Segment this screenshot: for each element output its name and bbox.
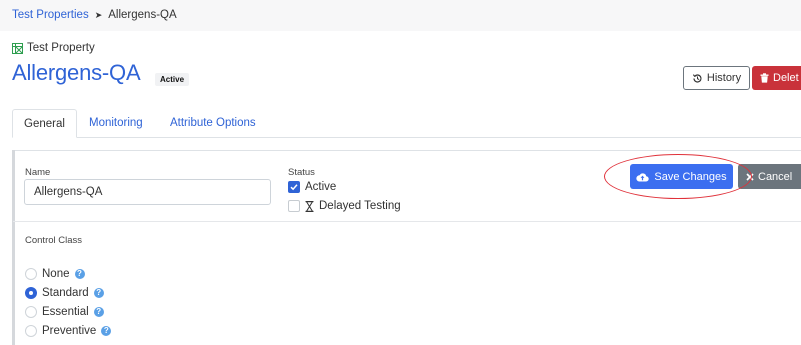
tab-general[interactable]: General — [12, 109, 77, 138]
save-changes-button[interactable]: Save Changes — [630, 164, 733, 189]
help-icon[interactable]: ? — [101, 326, 112, 336]
breadcrumb: Test Properties ➤ Allergens-QA — [12, 9, 177, 21]
control-class-option-label: Preventive — [42, 325, 97, 337]
checkbox-unchecked-icon — [288, 200, 300, 212]
breadcrumb-link-test-properties[interactable]: Test Properties — [12, 9, 89, 21]
status-label: Status — [288, 167, 315, 178]
radio-unselected-icon — [25, 268, 37, 280]
control-class-option-preventive[interactable]: Preventive ? — [25, 325, 112, 337]
history-icon — [692, 73, 702, 83]
entity-type-label: Test Property — [27, 42, 95, 54]
control-class-label: Control Class — [25, 235, 83, 246]
delete-label: Delet — [773, 72, 799, 84]
help-icon[interactable]: ? — [74, 269, 85, 279]
tab-monitoring[interactable]: Monitoring — [89, 109, 143, 138]
control-class-option-standard[interactable]: Standard ? — [25, 287, 104, 299]
cloud-upload-icon — [636, 172, 650, 182]
checkbox-checked-icon — [288, 181, 300, 193]
tab-bar: General Monitoring Attribute Options — [12, 109, 801, 138]
close-icon — [746, 172, 754, 181]
radio-unselected-icon — [25, 306, 37, 318]
status-badge: Active — [155, 73, 190, 86]
entity-type: Test Property — [12, 42, 95, 54]
breadcrumb-separator: ➤ — [94, 9, 103, 20]
property-grid-icon — [12, 42, 23, 54]
help-icon[interactable]: ? — [93, 288, 104, 298]
tab-attribute-options[interactable]: Attribute Options — [170, 109, 256, 138]
cancel-button[interactable]: Cancel — [738, 164, 801, 189]
hourglass-icon — [305, 200, 314, 212]
name-input[interactable] — [24, 179, 271, 205]
history-button[interactable]: History — [683, 66, 750, 90]
section-divider — [13, 221, 801, 222]
status-delayed-testing-checkbox[interactable]: Delayed Testing — [288, 200, 401, 212]
control-class-option-none[interactable]: None ? — [25, 268, 85, 280]
help-icon[interactable]: ? — [93, 307, 104, 317]
control-class-option-label: Essential — [42, 306, 89, 318]
page-title: Allergens-QA — [12, 60, 141, 85]
cancel-label: Cancel — [758, 170, 793, 183]
breadcrumb-bar: Test Properties ➤ Allergens-QA — [0, 0, 801, 31]
save-changes-label: Save Changes — [654, 170, 727, 183]
card-edge — [12, 150, 15, 345]
radio-unselected-icon — [25, 325, 37, 337]
control-class-option-label: Standard — [42, 287, 89, 299]
trash-icon — [760, 73, 769, 83]
status-active-label: Active — [305, 181, 337, 193]
status-delayed-testing-label: Delayed Testing — [319, 200, 401, 212]
radio-selected-icon — [25, 287, 37, 299]
status-active-checkbox[interactable]: Active — [288, 181, 336, 193]
breadcrumb-current: Allergens-QA — [108, 9, 177, 21]
control-class-option-label: None — [42, 268, 70, 280]
name-label: Name — [25, 167, 51, 178]
delete-button[interactable]: Delet — [752, 66, 801, 90]
control-class-option-essential[interactable]: Essential ? — [25, 306, 104, 318]
history-label: History — [706, 72, 742, 84]
